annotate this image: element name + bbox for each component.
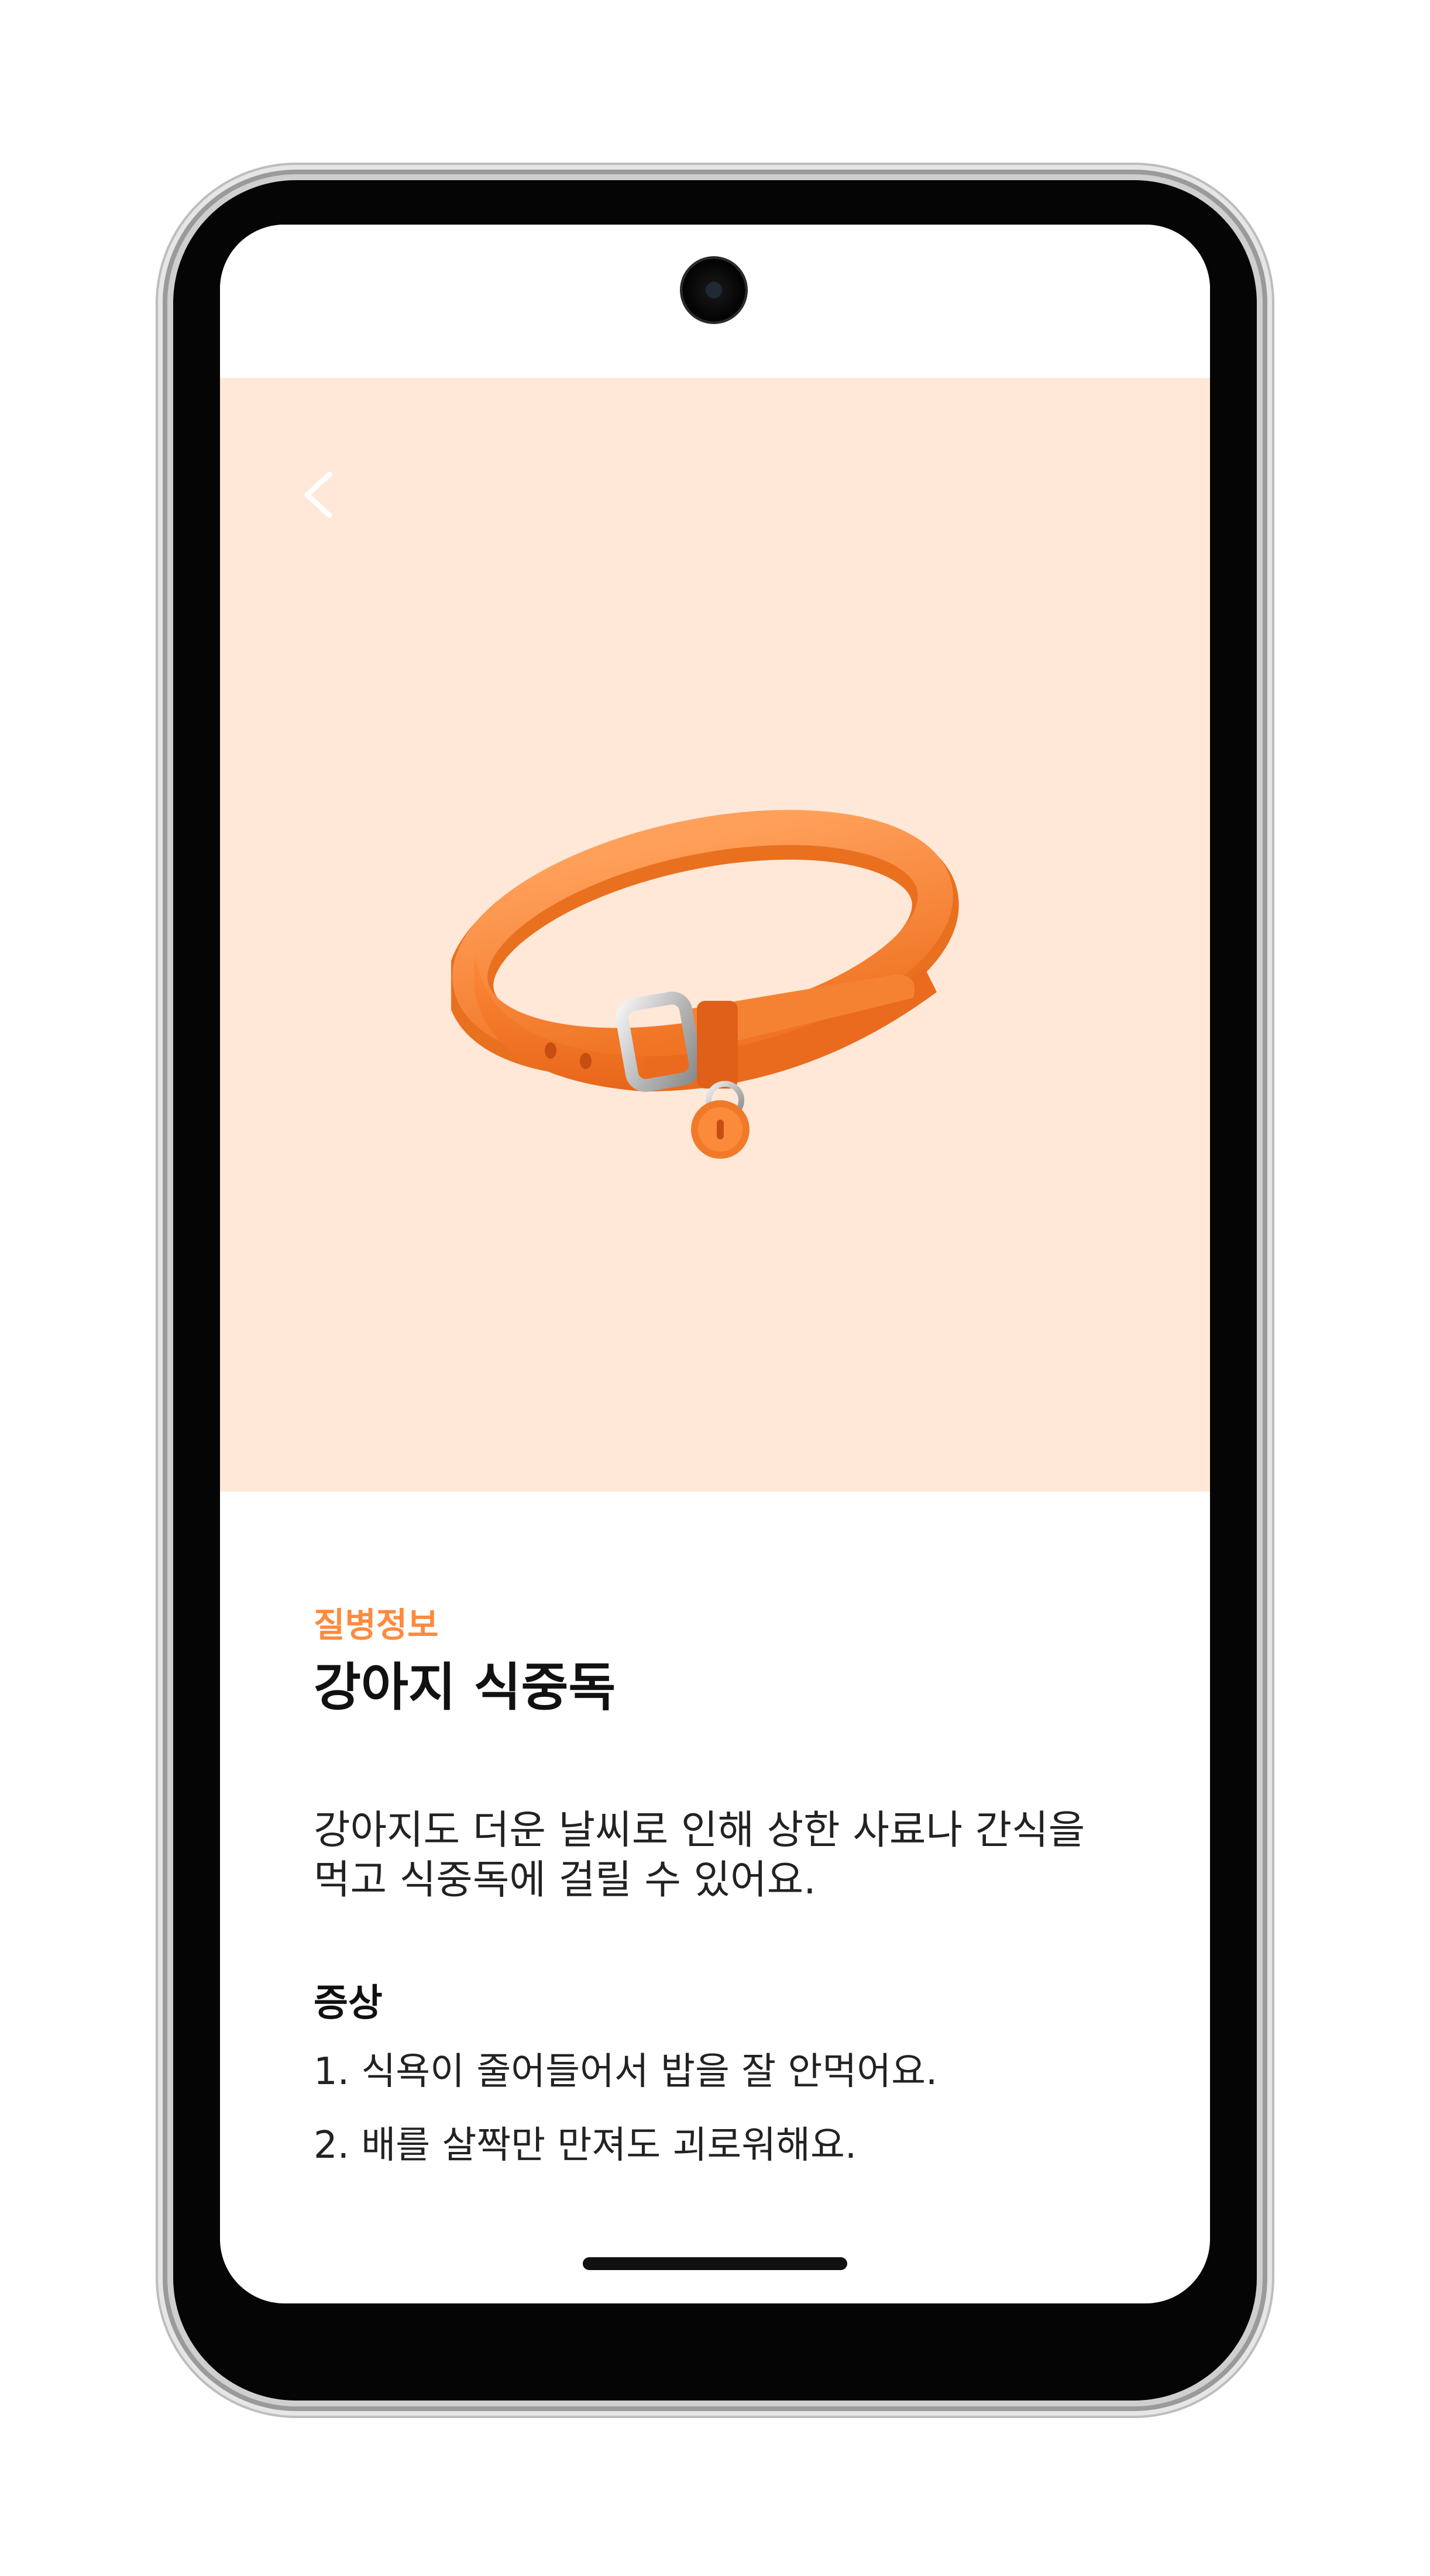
status-bar — [220, 225, 1210, 378]
article-content: 질병정보 강아지 식중독 강아지도 더운 날씨로 인해 상한 사료나 간식을 먹… — [314, 1605, 1133, 2196]
symptom-list: 1. 식욕이 줄어들어서 밥을 잘 안먹어요. 2. 배를 살짝만 만져도 괴로… — [314, 2048, 1133, 2169]
category-label: 질병정보 — [314, 1605, 439, 1645]
home-indicator[interactable] — [583, 2257, 847, 2270]
power-button — [1257, 790, 1272, 944]
back-button[interactable] — [284, 460, 355, 530]
phone-screen: 질병정보 강아지 식중독 강아지도 더운 날씨로 인해 상한 사료나 간식을 먹… — [220, 225, 1210, 2303]
page-title: 강아지 식중독 — [314, 1657, 616, 1717]
page-canvas: 질병정보 강아지 식중독 강아지도 더운 날씨로 인해 상한 사료나 간식을 먹… — [0, 0, 1430, 2576]
hero-banner — [220, 378, 1210, 1492]
chevron-left-icon — [304, 471, 332, 518]
symptom-item: 1. 식욕이 줄어들어서 밥을 잘 안먹어요. — [314, 2050, 938, 2093]
article-description: 강아지도 더운 날씨로 인해 상한 사료나 간식을 먹고 식중독에 걸릴 수 있… — [314, 1807, 1085, 1904]
symptom-item: 2. 배를 살짝만 만져도 괴로워해요. — [314, 2123, 857, 2167]
front-camera — [682, 259, 745, 322]
symptoms-heading: 증상 — [314, 1982, 383, 2026]
volume-button — [1257, 1053, 1272, 1301]
pet-collar-illustration — [451, 810, 959, 1159]
